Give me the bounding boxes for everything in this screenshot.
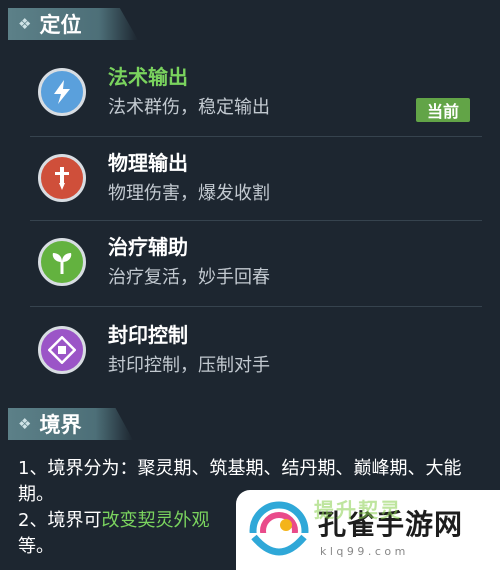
role-item-physical-output[interactable]: 物理输出 物理伤害，爆发收割 <box>30 138 482 218</box>
role-name: 法术输出 <box>108 65 188 89</box>
realm-line-2-prefix: 2、境界可 <box>18 510 102 531</box>
peacock-logo-icon <box>246 501 312 563</box>
role-item-seal-control[interactable]: 封印控制 封印控制，压制对手 <box>30 310 482 390</box>
role-name: 物理输出 <box>108 151 188 175</box>
role-name: 封印控制 <box>108 323 188 347</box>
sword-icon <box>38 154 86 202</box>
sprout-icon <box>38 238 86 286</box>
current-badge: 当前 <box>416 98 470 122</box>
role-desc: 法术群伤，稳定输出 <box>108 97 270 118</box>
realm-line-2-highlight: 改变契灵外观 <box>101 510 210 531</box>
section-title: 境界 <box>39 413 82 437</box>
lightning-icon <box>38 68 86 116</box>
divider <box>30 220 482 221</box>
role-desc: 治疗复活，妙手回春 <box>108 267 270 288</box>
section-title: 定位 <box>39 13 82 37</box>
role-desc: 封印控制，压制对手 <box>108 355 270 376</box>
watermark-faded-text: 提升契灵 <box>314 498 402 522</box>
role-name: 治疗辅助 <box>108 235 188 259</box>
diamond-icon: ❖ <box>18 15 32 33</box>
divider <box>30 136 482 137</box>
section-header-position: ❖ 定位 <box>8 8 138 40</box>
section-header-realm: ❖ 境界 <box>8 408 133 440</box>
divider <box>30 306 482 307</box>
role-item-magic-output[interactable]: 法术输出 法术群伤，稳定输出 <box>30 52 482 132</box>
role-desc: 物理伤害，爆发收割 <box>108 183 270 204</box>
diamond-icon: ❖ <box>18 415 32 433</box>
watermark-url: k l q 9 9 . c o m <box>320 544 406 558</box>
role-item-healing-support[interactable]: 治疗辅助 治疗复活，妙手回春 <box>30 222 482 302</box>
seal-icon <box>38 326 86 374</box>
